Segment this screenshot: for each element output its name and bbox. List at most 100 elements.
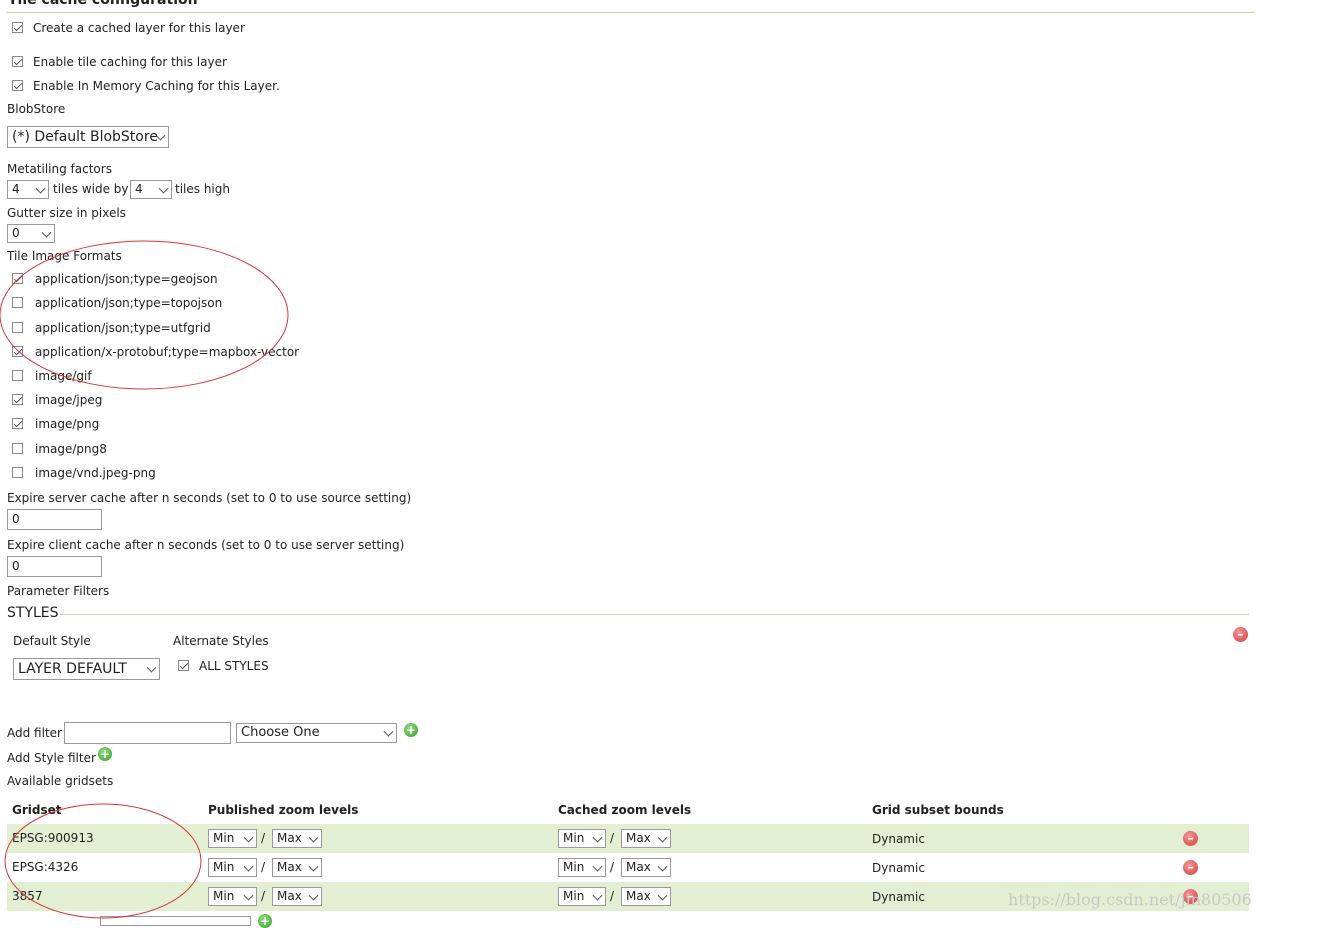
remove-gridset-icon[interactable]: – <box>1183 831 1198 846</box>
remove-styles-filter-icon[interactable]: – <box>1233 627 1248 642</box>
published-max-select-value: Max <box>277 860 302 874</box>
gutter-label: Gutter size in pixels <box>7 206 126 220</box>
chevron-down-icon <box>592 861 603 872</box>
format-checkbox[interactable] <box>12 273 23 284</box>
add-filter-label: Add filter <box>7 726 62 740</box>
format-checkbox[interactable] <box>12 467 23 478</box>
format-label: image/vnd.jpeg-png <box>35 466 156 480</box>
format-checkbox[interactable] <box>12 297 23 308</box>
format-label: image/gif <box>35 369 92 383</box>
published-max-select[interactable]: Max <box>272 887 322 906</box>
cached-max-select[interactable]: Max <box>621 829 671 848</box>
cached-max-select-value: Max <box>626 831 651 845</box>
format-checkbox[interactable] <box>12 418 23 429</box>
format-checkbox[interactable] <box>12 394 23 405</box>
chevron-down-icon <box>35 183 46 194</box>
create-cached-layer-checkbox[interactable] <box>12 22 23 33</box>
title-divider <box>7 12 1255 13</box>
zoom-separator: / <box>261 831 266 845</box>
add-filter-plus-icon[interactable]: + <box>404 723 418 737</box>
cached-max-select[interactable]: Max <box>621 858 671 877</box>
formats-annotation-ellipse <box>0 240 289 390</box>
enable-memory-caching-label: Enable In Memory Caching for this Layer. <box>33 79 280 93</box>
format-label: image/png8 <box>35 442 107 456</box>
chevron-down-icon <box>243 890 254 901</box>
default-style-select[interactable]: LAYER DEFAULT <box>13 658 160 680</box>
gridset-name: EPSG:4326 <box>12 860 79 874</box>
cached-max-select[interactable]: Max <box>621 887 671 906</box>
expire-client-label: Expire client cache after n seconds (set… <box>7 538 405 552</box>
remove-gridset-icon[interactable]: – <box>1183 860 1198 875</box>
add-style-filter-label: Add Style filter <box>7 751 96 765</box>
chevron-down-icon <box>243 832 254 843</box>
zoom-separator: / <box>261 860 266 874</box>
chevron-down-icon <box>41 227 52 238</box>
gridset-name: 3857 <box>12 889 43 903</box>
all-styles-label: ALL STYLES <box>199 659 269 673</box>
metatiling-high-select[interactable]: 4 <box>130 180 172 199</box>
grid-bounds-header: Grid subset bounds <box>872 803 1004 817</box>
expire-server-input[interactable]: 0 <box>7 509 102 530</box>
all-styles-checkbox[interactable] <box>178 660 189 671</box>
grid-bounds-value: Dynamic <box>872 890 925 904</box>
chevron-down-icon <box>592 890 603 901</box>
default-style-label: Default Style <box>13 634 91 648</box>
chevron-down-icon <box>243 861 254 872</box>
watermark-text: https://blog.csdn.net/jin80506 <box>1008 890 1252 909</box>
add-gridset-plus-icon[interactable]: + <box>258 914 272 928</box>
cached-max-select-value: Max <box>626 860 651 874</box>
gutter-select[interactable]: 0 <box>7 224 55 243</box>
add-filter-input[interactable] <box>64 722 231 744</box>
tiles-wide-label: tiles wide by <box>53 182 129 196</box>
cached-min-select-value: Min <box>563 889 585 903</box>
chevron-down-icon <box>383 726 394 737</box>
parameter-filters-label: Parameter Filters <box>7 584 110 598</box>
format-checkbox[interactable] <box>12 346 23 357</box>
published-min-select[interactable]: Min <box>208 887 257 906</box>
add-gridset-select[interactable] <box>100 916 251 926</box>
zoom-separator: / <box>610 860 615 874</box>
tile-image-formats-label: Tile Image Formats <box>7 249 122 263</box>
cached-max-select-value: Max <box>626 889 651 903</box>
format-checkbox[interactable] <box>12 322 23 333</box>
chevron-down-icon <box>146 662 157 673</box>
add-filter-type-select[interactable]: Choose One <box>236 723 397 743</box>
grid-bounds-value: Dynamic <box>872 861 925 875</box>
zoom-separator: / <box>261 889 266 903</box>
format-label: application/json;type=geojson <box>35 272 218 286</box>
published-min-select-value: Min <box>213 889 235 903</box>
alternate-styles-label: Alternate Styles <box>173 634 269 648</box>
published-min-select[interactable]: Min <box>208 829 257 848</box>
metatiling-wide-select[interactable]: 4 <box>7 180 49 199</box>
format-checkbox[interactable] <box>12 370 23 381</box>
default-style-value: LAYER DEFAULT <box>18 661 127 677</box>
format-label: application/json;type=utfgrid <box>35 321 211 335</box>
cached-min-select[interactable]: Min <box>558 858 606 877</box>
enable-memory-caching-checkbox[interactable] <box>12 80 23 91</box>
format-checkbox[interactable] <box>12 443 23 454</box>
published-max-select[interactable]: Max <box>272 858 322 877</box>
create-cached-layer-label: Create a cached layer for this layer <box>33 21 245 35</box>
annotation-ellipses <box>0 240 289 919</box>
cached-min-select-value: Min <box>563 831 585 845</box>
metatiling-high-value: 4 <box>135 182 143 196</box>
add-style-filter-plus-icon[interactable]: + <box>98 747 112 761</box>
chevron-down-icon <box>308 890 319 901</box>
expire-client-input[interactable]: 0 <box>7 556 102 577</box>
format-label: application/x-protobuf;type=mapbox-vecto… <box>35 345 300 359</box>
published-max-select[interactable]: Max <box>272 829 322 848</box>
enable-tile-caching-checkbox[interactable] <box>12 56 23 67</box>
cached-min-select-value: Min <box>563 860 585 874</box>
cached-min-select[interactable]: Min <box>558 887 606 906</box>
published-min-select[interactable]: Min <box>208 858 257 877</box>
section-title: Tile cache configuration <box>8 0 198 8</box>
cached-min-select[interactable]: Min <box>558 829 606 848</box>
published-min-select-value: Min <box>213 860 235 874</box>
published-max-select-value: Max <box>277 831 302 845</box>
blobstore-select[interactable]: (*) Default BlobStore <box>7 126 169 148</box>
metatiling-label: Metatiling factors <box>7 162 112 176</box>
zoom-separator: / <box>610 831 615 845</box>
available-gridsets-label: Available gridsets <box>7 774 114 788</box>
blobstore-select-value: (*) Default BlobStore <box>12 129 158 145</box>
tiles-high-label: tiles high <box>175 182 230 196</box>
